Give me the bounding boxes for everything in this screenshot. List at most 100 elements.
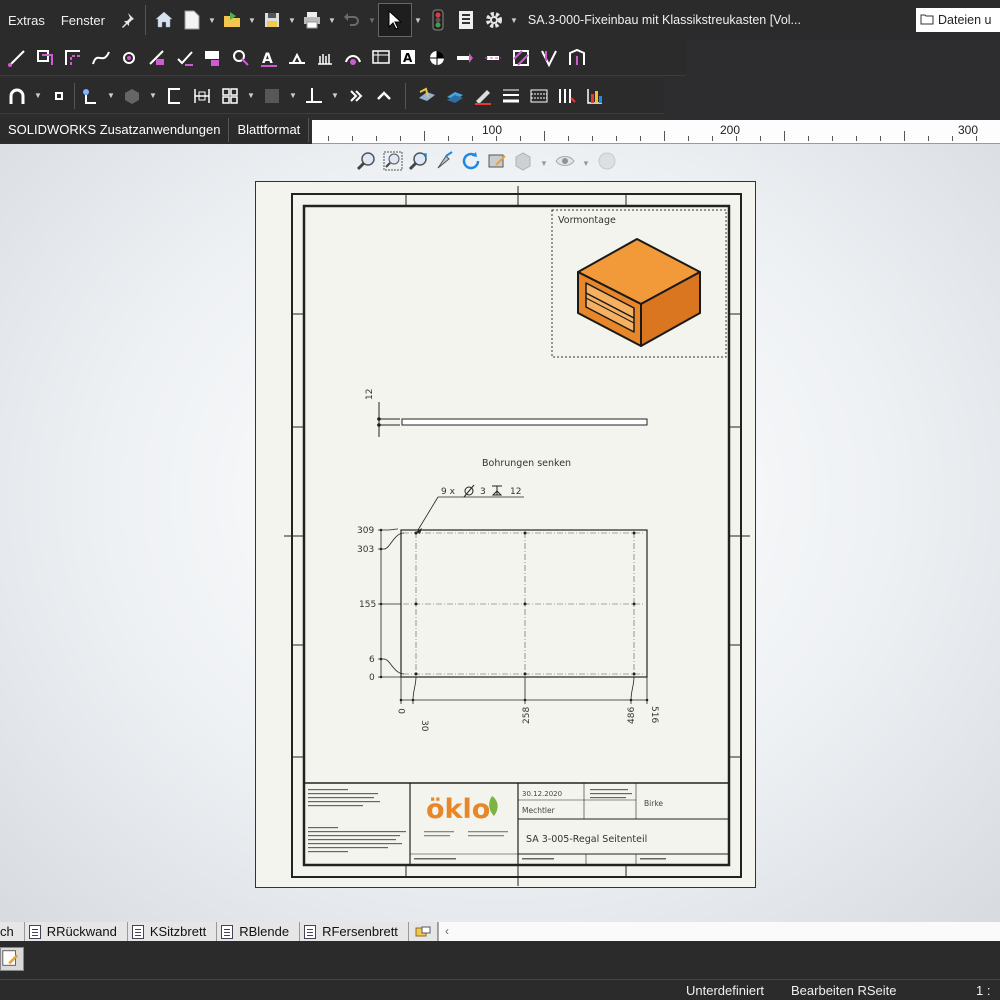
color-display-icon[interactable] [582, 83, 608, 109]
scroll-left-icon[interactable]: ‹ [445, 924, 449, 938]
title-block-part-title[interactable]: SA 3-005-Regal Seitenteil [526, 834, 647, 845]
chevron-down-icon[interactable]: ▼ [286, 16, 298, 25]
text-annotation-icon[interactable]: A [396, 45, 422, 71]
double-chevron-right-icon[interactable] [343, 83, 369, 109]
dim-y-155[interactable]: 155 [359, 600, 376, 610]
pan-icon[interactable] [434, 150, 456, 177]
appearance-sphere-icon[interactable] [596, 150, 618, 177]
status-scale[interactable]: 1 : 5 [976, 983, 1000, 1000]
center-mark-icon[interactable] [452, 45, 478, 71]
edge-icon[interactable] [32, 45, 58, 71]
hide-show-items-icon[interactable] [554, 150, 576, 177]
sketch-line-icon[interactable] [4, 45, 30, 71]
spline-icon[interactable] [88, 45, 114, 71]
cosmetic-thread-icon[interactable] [424, 45, 450, 71]
centerline-icon[interactable] [480, 45, 506, 71]
chevron-down-icon[interactable]: ▼ [206, 16, 218, 25]
select-cursor-icon[interactable] [377, 3, 412, 37]
weld-symbol-icon[interactable] [284, 45, 310, 71]
redraw-icon[interactable] [486, 150, 508, 177]
file-properties-icon[interactable] [452, 6, 480, 34]
layer-properties-icon[interactable] [414, 83, 440, 109]
dim-x-258[interactable]: 258 [522, 707, 532, 724]
drawing-sheet[interactable]: Vormontage 12 Bohrungen senken 9 x 3 12 … [255, 181, 756, 888]
revision-symbol-icon[interactable] [564, 45, 590, 71]
gear-icon[interactable] [480, 6, 508, 34]
sheet-tab-rfersenbrett[interactable]: RFersenbrett [300, 922, 409, 941]
dim-y-309[interactable]: 309 [357, 526, 374, 536]
thickness-dimension[interactable]: 12 [365, 389, 375, 400]
chain-dimension-icon[interactable] [189, 83, 215, 109]
chevron-down-icon[interactable]: ▼ [147, 91, 159, 100]
chevron-down-icon[interactable]: ▼ [245, 91, 257, 100]
chevron-down-icon[interactable]: ▼ [412, 16, 424, 25]
title-block[interactable] [303, 782, 730, 866]
home-icon[interactable] [150, 6, 178, 34]
small-square-icon[interactable] [46, 83, 72, 109]
chevron-down-icon[interactable]: ▼ [508, 16, 520, 25]
disabled-feature-icon[interactable] [259, 83, 285, 109]
surface-finish-icon[interactable] [312, 45, 338, 71]
chevron-down-icon[interactable]: ▼ [32, 91, 44, 100]
chevron-down-icon[interactable]: ▼ [246, 16, 258, 25]
dim-y-0[interactable]: 0 [369, 673, 375, 683]
dim-x-516[interactable]: 516 [649, 706, 659, 723]
undo-icon[interactable] [338, 6, 366, 34]
hide-show-edges-icon[interactable] [554, 83, 580, 109]
vertical-ordinate-dimensions[interactable] [378, 528, 405, 678]
tab-addins[interactable]: SOLIDWORKS Zusatzanwendungen [0, 118, 230, 142]
title-block-material[interactable]: Birke [644, 799, 663, 808]
balloon-icon[interactable] [228, 45, 254, 71]
line-thickness-icon[interactable] [498, 83, 524, 109]
line-style-icon[interactable] [526, 83, 552, 109]
rotate-icon[interactable] [460, 150, 482, 177]
cube-icon[interactable] [119, 83, 145, 109]
section-thin-view[interactable] [377, 402, 648, 437]
side-panel-front-view[interactable] [400, 529, 648, 678]
chevron-down-icon[interactable]: ▼ [287, 91, 299, 100]
horizontal-scrollbar[interactable]: ‹ [437, 922, 1000, 941]
dim-x-0[interactable]: 0 [398, 708, 408, 714]
pin-icon[interactable] [113, 6, 141, 34]
dim-y-303[interactable]: 303 [357, 545, 374, 555]
title-block-date[interactable]: 30.12.2020 [522, 790, 562, 798]
table-icon[interactable] [368, 45, 394, 71]
sheet-tab-rblende[interactable]: RBlende [217, 922, 301, 941]
cabinet-isometric-view[interactable] [577, 238, 701, 347]
dim-x-30[interactable]: 30 [419, 720, 429, 732]
chevron-down-icon[interactable]: ▼ [329, 91, 341, 100]
menu-fenster[interactable]: Fenster [53, 0, 113, 40]
chevron-down-icon[interactable]: ▼ [366, 16, 378, 25]
chevron-up-icon[interactable] [371, 83, 397, 109]
text-icon[interactable]: A [256, 45, 282, 71]
new-document-icon[interactable] [178, 6, 206, 34]
zoom-to-fit-icon[interactable] [356, 150, 378, 177]
print-icon[interactable] [298, 6, 326, 34]
area-hatch-icon[interactable] [508, 45, 534, 71]
zoom-in-out-icon[interactable] [408, 150, 430, 177]
corner-icon[interactable] [60, 45, 86, 71]
chevron-down-icon[interactable]: ▼ [538, 159, 550, 168]
drilling-note[interactable]: Bohrungen senken [482, 458, 571, 469]
point-icon[interactable] [116, 45, 142, 71]
chevron-down-icon[interactable]: ▼ [105, 91, 117, 100]
block-icon[interactable] [536, 45, 562, 71]
open-folder-icon[interactable] [218, 6, 246, 34]
hole-callout[interactable] [416, 496, 524, 534]
edit-sheet-icon[interactable] [0, 947, 24, 971]
add-sheet-button[interactable] [408, 922, 438, 941]
smart-dimension-icon[interactable] [144, 45, 170, 71]
baseline-dimension-icon[interactable] [217, 83, 243, 109]
hole-callout-icon[interactable] [77, 83, 103, 109]
weld-bead-icon[interactable] [301, 83, 327, 109]
traffic-light-icon[interactable] [424, 6, 452, 34]
sheet-tab-partial[interactable]: ch [0, 922, 25, 941]
title-block-author[interactable]: Mechtler [522, 806, 556, 815]
dim-y-6[interactable]: 6 [369, 655, 375, 665]
search-files-box[interactable]: Dateien u [916, 8, 1000, 32]
tab-sheet-format[interactable]: Blattformat [229, 118, 310, 142]
zoom-area-icon[interactable] [382, 150, 404, 177]
check-icon[interactable] [172, 45, 198, 71]
chevron-down-icon[interactable]: ▼ [580, 159, 592, 168]
datum-icon[interactable] [340, 45, 366, 71]
